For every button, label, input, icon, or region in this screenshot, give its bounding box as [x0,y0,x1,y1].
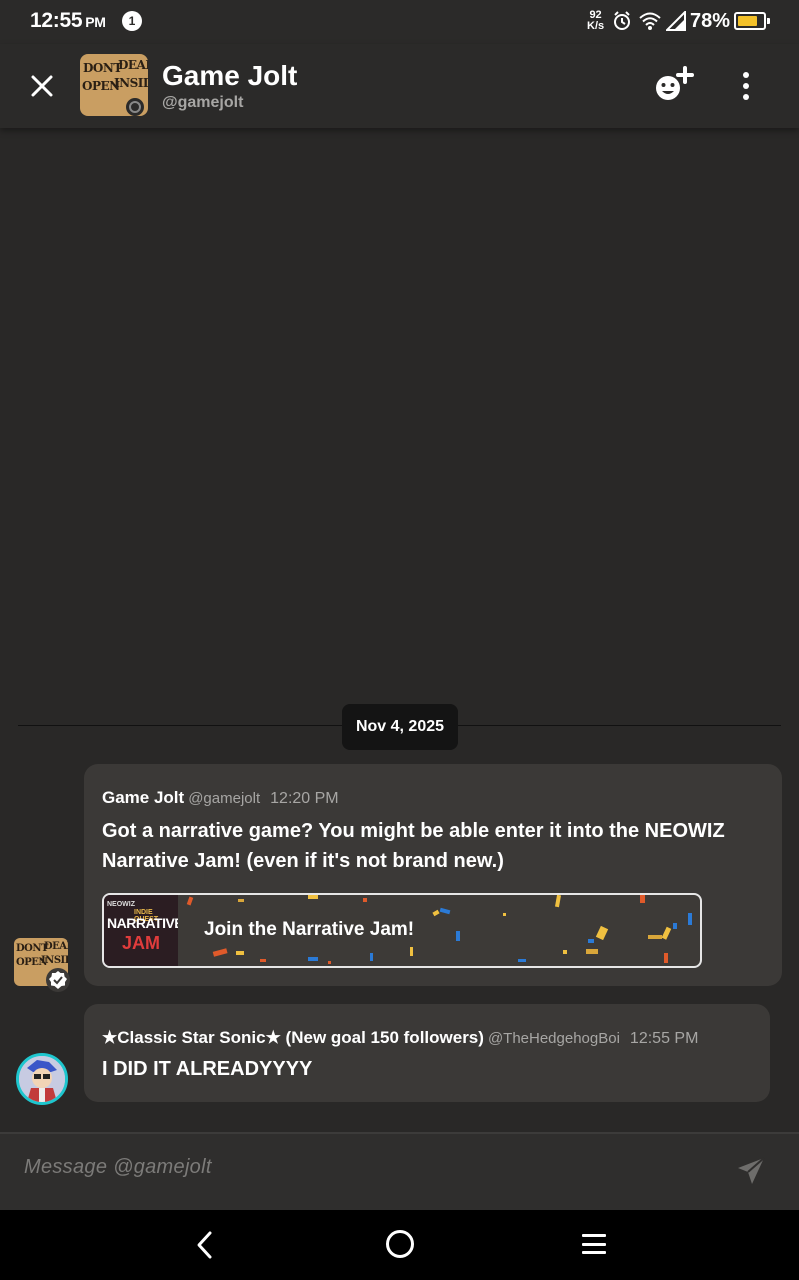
verified-check-icon [49,971,67,989]
chat-handle: @gamejolt [162,94,244,111]
message-handle: @gamejolt [188,790,261,807]
message-time: 12:55 PM [629,1030,699,1047]
message-composer[interactable]: Message @gamejolt [0,1132,799,1210]
status-indicator [126,98,144,116]
add-friend-button[interactable] [652,64,696,108]
message-bubble[interactable]: Game Jolt @gamejolt 12:20 PM Got a narrati… [84,764,782,986]
message-input[interactable]: Message @gamejolt [24,1156,212,1179]
date-separator: Nov 4, 2025 [342,704,458,750]
link-card-label: Join the Narrative Jam! [204,919,415,940]
sender-avatar-thehedgehogboi[interactable] [16,1053,68,1105]
battery-level [738,16,757,26]
home-icon[interactable] [386,1230,414,1258]
send-button[interactable] [736,1156,770,1190]
notification-count-badge: 1 [122,11,142,31]
message-time: 12:20 PM [270,790,339,807]
status-time: 12:55 PM [30,9,106,32]
chat-scroll-area[interactable]: Nov 4, 2025 Game Jolt @gamejolt 12:20 PM G… [0,128,799,1132]
add-friend-icon [656,66,694,100]
more-vertical-icon [743,72,749,78]
system-navigation-bar [0,1210,799,1280]
header-avatar[interactable]: DONT DEAD OPEN INSIDE [80,54,148,116]
signal-icon [666,11,686,31]
message-meta: Game Jolt @gamejolt 12:20 PM [102,788,339,808]
link-card-narrative-jam[interactable]: NEOWIZ INDIE QUEST NARRATIVE JAM Join th… [102,893,702,968]
chat-header: DONT DEAD OPEN INSIDE Game Jolt @gamejol… [0,44,799,128]
alarm-icon [614,11,630,30]
recents-icon[interactable] [582,1234,606,1254]
sonic-avatar-image [19,1056,65,1102]
message-author[interactable]: ★Classic Star Sonic★ (New goal 150 follo… [102,1028,484,1047]
battery-icon [734,12,770,30]
chat-title[interactable]: Game Jolt [162,60,297,92]
message-author[interactable]: Game Jolt [102,788,184,807]
message-bubble[interactable]: ★Classic Star Sonic★ (New goal 150 follo… [84,1004,770,1102]
narrative-jam-thumbnail: NEOWIZ INDIE QUEST NARRATIVE JAM [104,895,178,966]
message-text: Got a narrative game? You might be able … [102,820,725,872]
close-icon [31,75,53,97]
verified-badge [46,968,70,992]
network-speed: 92 K/s [587,9,605,32]
send-icon [738,1157,765,1184]
close-button[interactable] [24,68,60,104]
sender-avatar-gamejolt[interactable]: DONT DEAD OPEN INSIDE [14,938,70,992]
message-meta: ★Classic Star Sonic★ (New goal 150 follo… [102,1028,698,1048]
more-options-button[interactable] [728,64,764,108]
battery-percent: 78% [690,10,731,32]
wifi-icon [639,12,661,30]
status-bar: 12:55 PM 1 92 K/s 78% [0,0,799,44]
back-icon[interactable] [190,1228,222,1262]
message-text: I DID IT ALREADYYYY [102,1058,313,1080]
message-handle: @TheHedgehogBoi [487,1030,620,1047]
